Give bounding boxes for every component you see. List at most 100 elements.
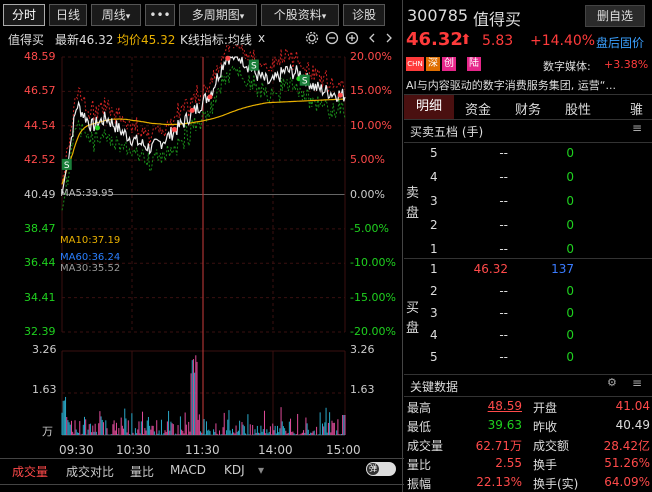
tab-volume-compare[interactable]: 成交对比 [66, 463, 114, 480]
time-1400: 14:00 [258, 443, 293, 457]
key-label: 最低 [407, 420, 432, 434]
key-label: 成交额 [533, 439, 570, 453]
tab-finance[interactable]: 财务 [515, 99, 541, 118]
tab-more[interactable]: 骓 [630, 99, 652, 118]
chart-controls [305, 31, 392, 45]
zoom-in-icon[interactable] [345, 31, 359, 45]
pct-tick: 0.00% [350, 187, 385, 201]
menu-icon[interactable]: ≡ [632, 376, 642, 390]
after-hours-link[interactable]: 盘后固价 [596, 34, 644, 51]
diagnose-button[interactable]: 诊股 [343, 4, 385, 26]
buy-row-level: 2 [430, 284, 438, 298]
chevron-down-icon: ▾ [239, 12, 245, 22]
buy-row-volume: 0 [566, 284, 574, 298]
sell-row-volume: 0 [566, 242, 574, 256]
key-label: 最高 [407, 401, 432, 415]
toggle-knob: 弹 [367, 463, 379, 475]
stock-info-label: 个股资料 [273, 8, 322, 22]
key-label: 昨收 [533, 420, 558, 434]
sell-signal-label: S [302, 77, 308, 87]
signal-marker [225, 55, 231, 61]
company-desc[interactable]: AI与内容驱动的数字消费服务集团, 运营“... [406, 77, 650, 93]
buy-row-volume: 0 [566, 306, 574, 320]
key-value: 51.26% [604, 456, 650, 470]
sell-row-level: 3 [430, 194, 438, 208]
media-sector[interactable]: 数字媒体: [543, 58, 591, 74]
time-1130: 11:30 [185, 443, 220, 457]
buy-row-level: 3 [430, 306, 438, 320]
tab-kdj[interactable]: KDJ [224, 463, 245, 477]
signal-marker [171, 127, 177, 133]
zoom-out-icon[interactable] [325, 31, 339, 45]
tag-connect: 陆 [467, 57, 481, 71]
ma10-label: MA10:37.19 [60, 235, 121, 246]
ma5-label: MA5:39.95 [60, 188, 114, 199]
chevron-left-icon[interactable] [369, 33, 375, 43]
stock-code: 300785 [407, 6, 469, 25]
chevron-right-icon[interactable] [386, 33, 392, 43]
stock-info-button[interactable]: 个股资料▾ [261, 4, 339, 26]
ma60-label: MA60:36.24 [60, 252, 121, 263]
chevron-down-icon[interactable]: ▾ [258, 463, 264, 477]
pct-tick: -20.00% [350, 325, 396, 338]
tab-intraday[interactable]: 分时 [3, 4, 45, 26]
settings-icon[interactable] [305, 31, 319, 45]
key-value: 48.59 [487, 399, 522, 413]
popup-toggle[interactable]: 弹 [366, 462, 396, 476]
time-0930: 09:30 [59, 443, 94, 457]
more-button[interactable]: ••• [145, 4, 175, 26]
tab-weekly[interactable]: 周线▾ [91, 4, 141, 26]
pct-tick: -15.00% [350, 290, 396, 304]
multi-period-button[interactable]: 多周期图▾ [179, 4, 257, 26]
tab-detail[interactable]: 明细 [404, 95, 454, 119]
price-tick: 32.39 [24, 325, 56, 338]
vol-axis-top: 3.26 [32, 343, 57, 356]
arrow-up-icon: ⬆ [460, 32, 472, 48]
pct-tick: 15.00% [350, 84, 392, 98]
sell-row-volume: 0 [566, 194, 574, 208]
key-label: 开盘 [533, 401, 558, 415]
order-book-title: 买卖五档 (手) [410, 125, 484, 139]
tab-daily[interactable]: 日线 [49, 4, 87, 26]
tab-volume[interactable]: 成交量 [12, 463, 48, 480]
chevron-down-icon: ▾ [321, 12, 327, 22]
tab-weekly-label: 周线 [101, 8, 126, 22]
price-tick: 42.52 [24, 153, 56, 167]
key-data-title: 关键数据 [410, 380, 459, 394]
key-label: 换手(实) [533, 477, 579, 491]
key-value: 39.63 [487, 418, 522, 432]
sell-row-level: 1 [430, 242, 438, 256]
buy-row-level: 1 [430, 262, 438, 276]
pct-tick: 20.00% [350, 50, 392, 63]
menu-icon[interactable]: ≡ [632, 121, 642, 135]
tab-macd[interactable]: MACD [170, 463, 206, 477]
settings-icon[interactable]: ⚙ [607, 376, 617, 389]
buy-row-level: 5 [430, 350, 438, 364]
sell-signal-icon: S [299, 74, 310, 87]
key-value: 64.09% [604, 475, 650, 489]
tab-character[interactable]: 股性 [565, 99, 591, 118]
key-value: 22.13% [476, 475, 522, 489]
pct-tick: -5.00% [350, 221, 389, 235]
tab-volume-ratio[interactable]: 量比 [130, 463, 154, 480]
key-label: 振幅 [407, 477, 432, 491]
key-value: 2.55 [495, 456, 522, 470]
buy-row-price: -- [499, 306, 508, 320]
vol-axis-right-top: 3.26 [350, 343, 375, 356]
key-label: 成交量 [407, 439, 444, 453]
stock-price: 46.32 [406, 29, 463, 50]
chevron-down-icon: ▾ [125, 12, 131, 22]
sell-row-price: -- [499, 146, 508, 160]
buy-row-volume: 0 [566, 328, 574, 342]
sell-label-1: 卖 [406, 186, 420, 201]
buy-label-1: 买 [406, 301, 420, 316]
media-sector-pct: +3.38% [604, 58, 649, 71]
sell-row-volume: 0 [566, 146, 574, 160]
tab-fund[interactable]: 资金 [465, 99, 491, 118]
remove-watchlist-button[interactable]: 删自选 [585, 5, 645, 27]
key-value: 62.71万 [475, 439, 522, 453]
vol-unit: 万 [42, 425, 53, 438]
vol-axis-mid: 1.63 [32, 383, 57, 396]
close-icon[interactable]: x [258, 31, 265, 45]
buy-row-level: 4 [430, 328, 438, 342]
